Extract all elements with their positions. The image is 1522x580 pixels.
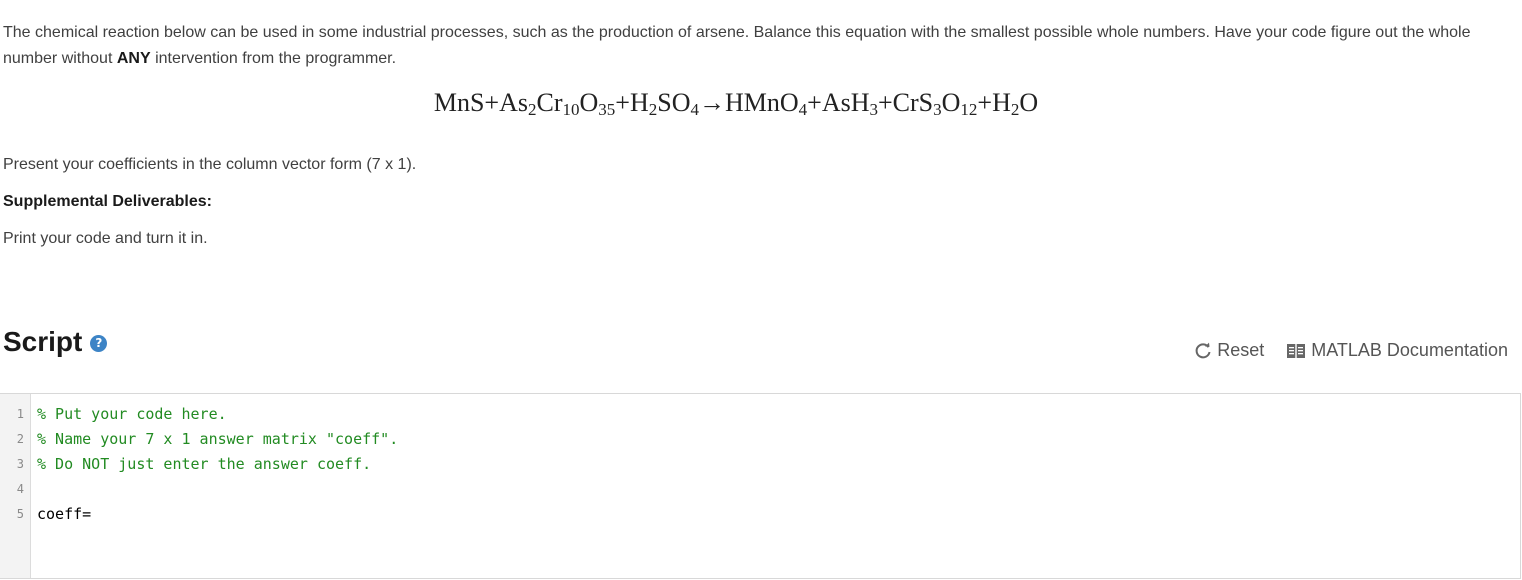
code-editor[interactable]: 1 2 3 4 5 % Put your code here. % Name y… — [0, 393, 1521, 579]
eq-plus: + — [977, 88, 993, 117]
eq-o2: O — [941, 88, 961, 117]
code-line[interactable]: % Put your code here. — [37, 402, 1520, 427]
line-number: 4 — [16, 482, 24, 496]
eq-h-sub: 2 — [648, 100, 658, 119]
script-toolbar: Reset MATLAB Documentation — [1194, 340, 1508, 361]
eq-ash-sub: 3 — [869, 100, 879, 119]
eq-so-sub: 4 — [690, 100, 699, 119]
problem-text-part2: intervention from the programmer. — [150, 50, 397, 67]
line-number: 3 — [16, 457, 24, 471]
reset-icon — [1195, 342, 1211, 358]
code-line[interactable]: % Do NOT just enter the answer coeff. — [37, 452, 1520, 477]
eq-hmno-sub: 4 — [798, 100, 808, 119]
line-number-gutter: 1 2 3 4 5 — [0, 394, 31, 578]
eq-o-sub: 35 — [598, 100, 616, 119]
line-number: 2 — [16, 432, 24, 446]
code-line[interactable]: coeff= — [37, 502, 1520, 527]
eq-o: O — [579, 88, 599, 117]
eq-plus: + — [878, 88, 893, 117]
eq-so: SO — [657, 88, 691, 117]
code-area[interactable]: % Put your code here. % Name your 7 x 1 … — [31, 394, 1520, 578]
line-number: 1 — [16, 407, 24, 421]
eq-crs-sub: 3 — [933, 100, 942, 119]
eq-as: As — [499, 88, 528, 117]
line-number: 5 — [16, 507, 24, 521]
script-title: Script — [3, 326, 83, 357]
eq-plus: + — [807, 88, 822, 117]
eq-h2: H — [992, 88, 1011, 117]
eq-plus: + — [615, 88, 630, 117]
eq-crs: CrS — [892, 88, 934, 117]
eq-plus: + — [484, 88, 500, 117]
eq-water-o: O — [1019, 88, 1039, 117]
eq-cr: Cr — [536, 88, 563, 117]
eq-ash: AsH — [821, 88, 870, 117]
reset-button[interactable]: Reset — [1194, 340, 1264, 361]
chemical-equation: MnS+As2Cr10O35+H2SO4→HMnO4+AsH3+CrS3O12+… — [0, 88, 1472, 118]
problem-description: The chemical reaction below can be used … — [3, 20, 1483, 72]
eq-h: H — [629, 88, 649, 117]
reset-label: Reset — [1217, 340, 1265, 360]
documentation-label: MATLAB Documentation — [1311, 340, 1508, 360]
eq-hmno: HMnO — [724, 88, 799, 117]
book-icon — [1287, 343, 1306, 358]
code-line[interactable]: % Name your 7 x 1 answer matrix "coeff". — [37, 427, 1520, 452]
help-icon[interactable]: ? — [90, 334, 108, 352]
eq-mns: MnS — [433, 88, 485, 117]
eq-arrow: → — [698, 88, 725, 117]
eq-o2-sub: 12 — [960, 100, 978, 119]
matlab-documentation-link[interactable]: MATLAB Documentation — [1286, 340, 1508, 361]
problem-text-bold: ANY — [116, 50, 151, 67]
code-line[interactable] — [37, 477, 1520, 502]
supplemental-heading: Supplemental Deliverables: — [3, 193, 212, 210]
script-section-heading: Script ? — [3, 326, 108, 358]
eq-as-sub: 2 — [528, 100, 537, 119]
print-instructions: Print your code and turn it in. — [3, 230, 208, 247]
eq-cr-sub: 10 — [562, 100, 580, 119]
present-instructions: Present your coefficients in the column … — [3, 156, 417, 173]
